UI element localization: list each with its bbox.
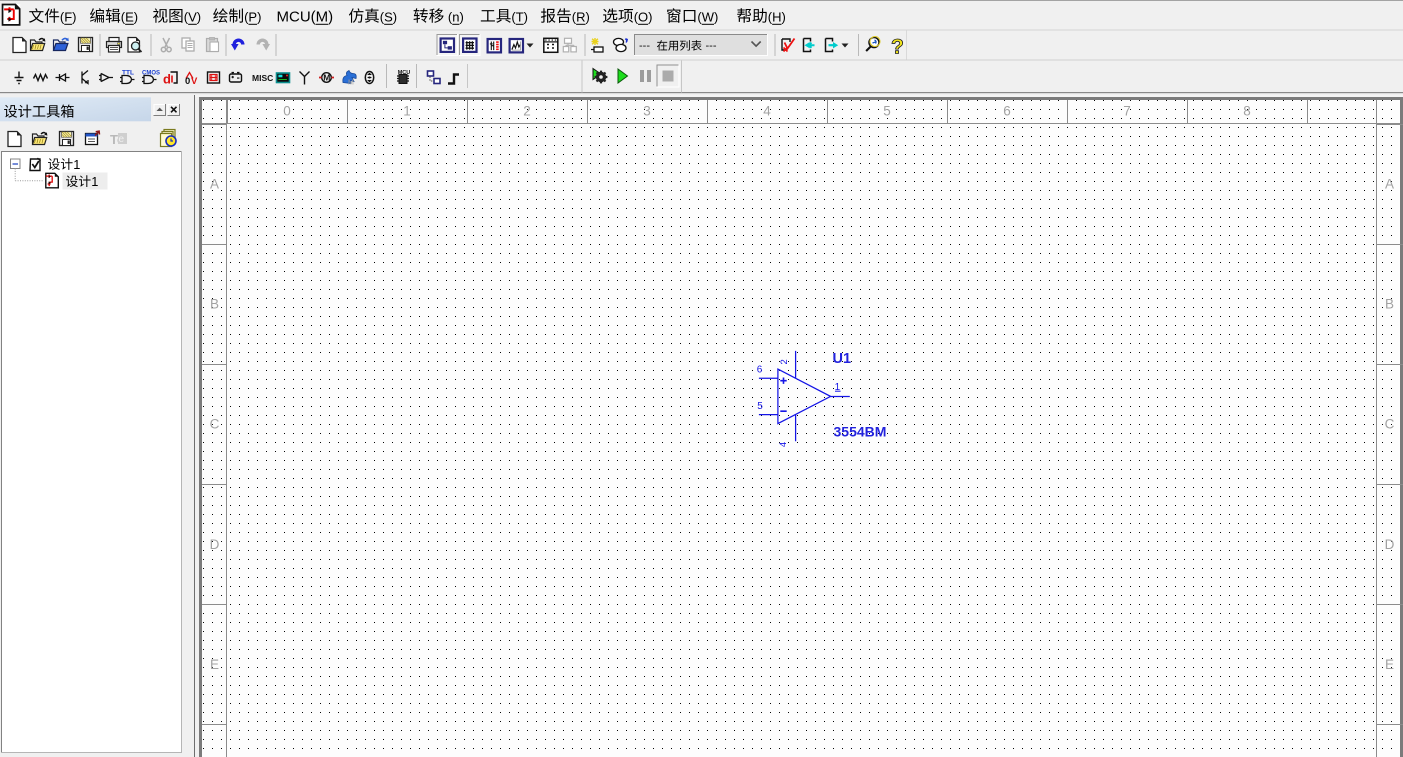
svg-text:e: e [119, 134, 125, 145]
svg-text:4: 4 [778, 442, 789, 447]
svg-text:M: M [323, 73, 330, 83]
svg-text:D: D [1385, 537, 1395, 552]
svg-text:2: 2 [779, 359, 790, 364]
svg-text:(S): (S) [380, 10, 397, 25]
svg-text:4: 4 [763, 104, 771, 119]
svg-text:0: 0 [283, 104, 291, 119]
svg-text:B: B [1385, 297, 1394, 312]
svg-text:(P): (P) [244, 10, 261, 25]
svg-text:E: E [210, 657, 219, 672]
svg-text:MISC: MISC [252, 73, 273, 83]
svg-text:M: M [348, 80, 354, 87]
svg-text:0: 0 [185, 76, 190, 87]
svg-text:C: C [210, 417, 220, 432]
svg-text:B: B [210, 297, 219, 312]
svg-text:3554BM: 3554BM [834, 423, 887, 439]
svg-text:(E): (E) [121, 10, 138, 25]
svg-text:E: E [1385, 657, 1394, 672]
svg-text:A: A [1385, 176, 1394, 191]
svg-text:3: 3 [643, 104, 651, 119]
svg-text:A: A [210, 176, 219, 191]
svg-text:(V): (V) [184, 10, 201, 25]
svg-text:U1: U1 [833, 351, 852, 367]
svg-text:1: 1 [73, 157, 80, 172]
svg-text:?: ? [891, 36, 904, 59]
svg-text:MCU(M): MCU(M) [277, 9, 334, 26]
svg-text:6: 6 [1003, 104, 1011, 119]
svg-text:---: --- [706, 40, 717, 52]
svg-text:(R): (R) [572, 10, 590, 25]
svg-text:7: 7 [1123, 104, 1131, 119]
svg-text:(O): (O) [634, 10, 653, 25]
svg-text:C: C [1385, 417, 1395, 432]
svg-text:8: 8 [1243, 104, 1251, 119]
svg-text:d: d [163, 72, 171, 87]
svg-text:---: --- [639, 40, 650, 52]
svg-text:5: 5 [883, 104, 891, 119]
svg-text:V: V [191, 76, 198, 87]
svg-text:5: 5 [757, 401, 763, 412]
svg-text:(H): (H) [768, 10, 786, 25]
svg-text:D: D [210, 537, 220, 552]
svg-text:(T): (T) [511, 10, 528, 25]
svg-text:(W): (W) [697, 10, 718, 25]
svg-text:1: 1 [91, 174, 98, 189]
svg-text:6: 6 [757, 364, 763, 375]
svg-text:2: 2 [523, 104, 531, 119]
svg-text:(F): (F) [60, 10, 77, 25]
svg-text:1: 1 [403, 104, 411, 119]
svg-text:(n): (n) [444, 10, 464, 25]
